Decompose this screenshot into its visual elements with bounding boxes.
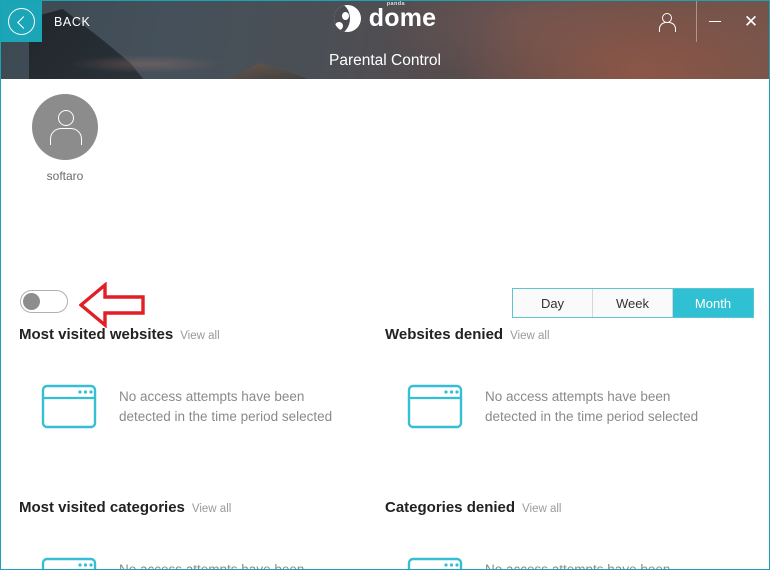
titlebar-right-controls: ✕ [636,1,769,42]
card-websites-denied: Websites denied View all No access attem… [385,319,769,492]
page-title: Parental Control [328,51,441,69]
minimize-button[interactable] [697,1,733,42]
date-range-selector: Day Week Month [512,288,754,318]
range-option-day[interactable]: Day [513,289,593,317]
view-all-link[interactable]: View all [180,330,219,342]
card-header: Categories denied View all [385,492,769,516]
browser-window-icon [41,557,97,569]
user-icon [658,12,676,32]
card-body: No access attempts have been detected in… [19,384,385,429]
chevron-left-circle-icon [8,8,35,35]
browser-window-icon [407,384,463,429]
card-empty-message: No access attempts have been detected in… [119,387,332,426]
card-title: Most visited categories [19,499,185,516]
panda-ear-shape [334,22,343,30]
page-title-bar: Parental Control [1,42,769,79]
avatar[interactable] [32,94,98,160]
card-header: Most visited categories View all [19,492,385,516]
card-title: Categories denied [385,499,516,516]
card-empty-message-line2: detected in the time period selected [119,408,333,424]
card-empty-message-line1: No access attempts have been [485,561,671,570]
parental-control-toggle[interactable] [20,290,68,313]
card-body: No access attempts have been detected in… [385,384,769,429]
card-empty-message-line2: detected in the time period selected [485,408,699,424]
brand-text: panda dome [368,1,437,32]
view-all-link[interactable]: View all [510,330,549,342]
card-title: Websites denied [385,326,504,343]
range-option-month[interactable]: Month [673,289,753,317]
header-banner: BACK panda dome ✕ Parental Control [1,1,769,79]
titlebar: BACK panda dome ✕ [1,1,769,42]
card-body: No access attempts have been detected in… [19,557,385,570]
window-buttons: ✕ [697,1,769,42]
browser-window-icon [41,384,97,429]
user-avatar-icon [50,110,82,145]
close-button[interactable]: ✕ [733,1,769,42]
minimize-icon [709,20,721,23]
card-empty-message-line1: No access attempts have been [119,561,305,570]
profile-name: softaro [46,169,84,183]
card-most-visited-categories: Most visited categories View all No acce… [19,492,385,570]
range-option-week[interactable]: Week [593,289,673,317]
toggle-knob [23,293,40,310]
panda-logo-icon [333,5,361,32]
card-body: No access attempts have been denied in t… [385,557,769,570]
card-empty-message: No access attempts have been detected in… [119,560,332,570]
card-header: Websites denied View all [385,319,769,343]
stats-card-grid: Most visited websites View all No access… [1,319,769,570]
main-content: softaro Day Week Month Most visited webs… [1,79,769,569]
card-empty-message: No access attempts have been denied in t… [485,560,687,570]
card-empty-message-line1: No access attempts have been [119,388,305,404]
card-most-visited-websites: Most visited websites View all No access… [19,319,385,492]
brand-name: dome [368,4,437,32]
profile-block: softaro [32,94,98,183]
view-all-link[interactable]: View all [522,503,561,515]
card-categories-denied: Categories denied View all No access att… [385,492,769,570]
back-label[interactable]: BACK [54,15,90,29]
view-all-link[interactable]: View all [192,503,231,515]
brand-subtitle: panda [386,1,405,7]
card-title: Most visited websites [19,326,174,343]
browser-window-icon [407,557,463,569]
card-empty-message-line1: No access attempts have been [485,388,671,404]
account-button[interactable] [636,1,696,42]
back-button[interactable] [1,1,42,42]
close-icon: ✕ [743,11,759,31]
app-window: BACK panda dome ✕ Parental Control softa… [0,0,770,570]
card-empty-message: No access attempts have been detected in… [485,387,698,426]
card-header: Most visited websites View all [19,319,385,343]
